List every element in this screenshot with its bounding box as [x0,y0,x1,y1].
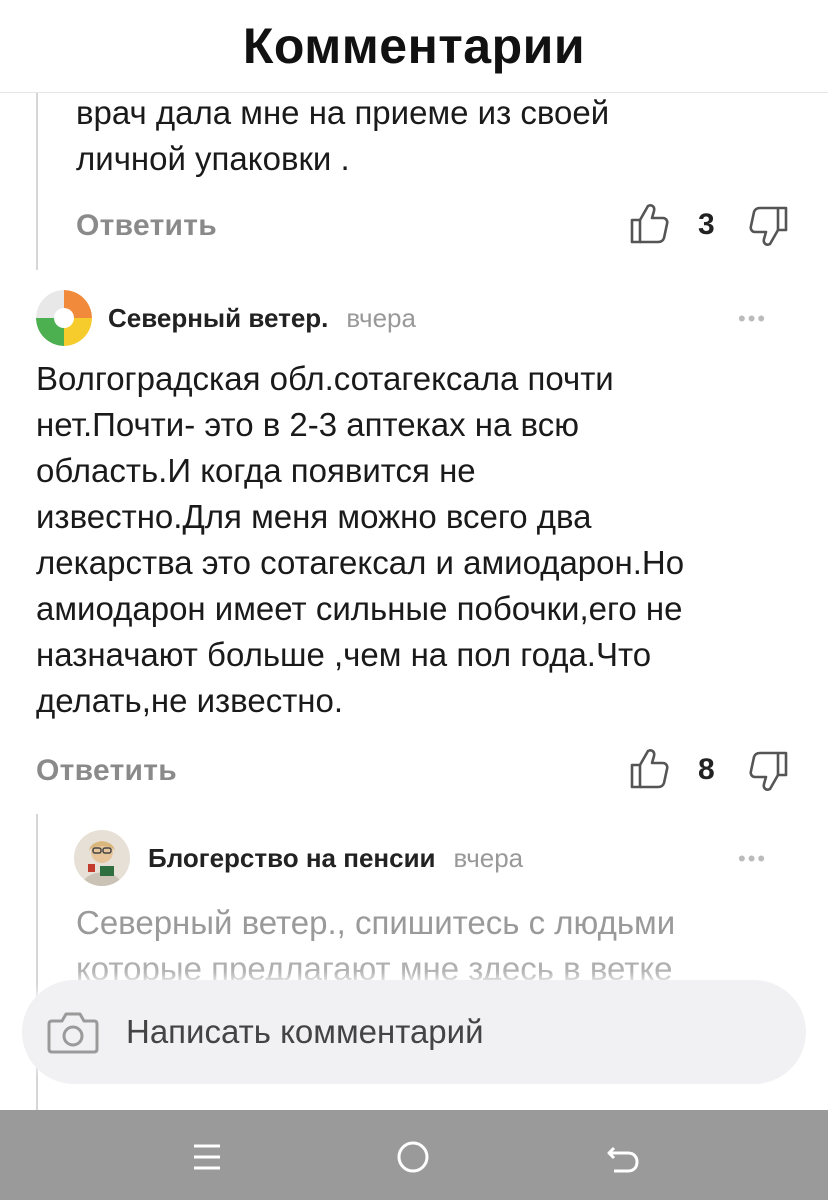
comment-text-line: Волгоградская обл.сотагексала почти [36,360,614,397]
back-icon[interactable] [606,1140,640,1174]
thumbs-down-icon[interactable] [748,204,790,248]
reply-button[interactable]: Ответить [76,209,217,243]
comment-author[interactable]: Блогерство на пенсии [148,843,436,874]
thumbs-up-icon[interactable] [628,202,670,246]
comment-author[interactable]: Северный ветер. [108,303,328,334]
comment-text-line: амиодарон имеет сильные побочки,его не [36,590,683,627]
comment-date: вчера [453,843,524,873]
more-options-icon[interactable]: ••• [738,846,767,872]
comment-text-line: личной упаковки . [76,140,350,177]
comment-text-line: известно.Для меня можно всего два [36,498,592,535]
page-title: Комментарии [242,18,586,74]
camera-icon[interactable] [46,1009,100,1055]
like-count: 3 [698,208,715,241]
comment-text-line: область.И когда появится не [36,452,476,489]
menu-icon[interactable] [192,1142,222,1172]
avatar[interactable] [74,830,130,886]
system-navigation-bar [0,1110,828,1200]
comment-text-line: лекарства это сотагексал и амиодарон.Но [36,544,685,581]
comment-composer[interactable]: Написать комментарий [22,980,806,1084]
thumbs-down-icon[interactable] [748,749,790,793]
comments-list: врач дала мне на приеме из своей личной … [0,92,828,1110]
reply-button[interactable]: Ответить [36,754,177,788]
more-options-icon[interactable]: ••• [738,306,767,332]
comment-text-line: назначают больше ,чем на пол года.Что [36,636,652,673]
comment-text-line: врач дала мне на приеме из своей [76,94,610,131]
home-icon[interactable] [396,1140,430,1174]
thread-line [36,92,38,270]
comment-text-line: нет.Почти- это в 2-3 аптеках на всю [36,406,579,443]
comment-input-placeholder[interactable]: Написать комментарий [126,1013,484,1051]
comment-date: вчера [346,303,416,333]
thumbs-up-icon[interactable] [628,747,670,791]
comment-text-line: Северный ветер., спишитесь с людьми [76,904,676,941]
avatar[interactable] [36,290,92,346]
like-count: 8 [698,753,715,786]
top-bar: Комментарии [0,0,828,93]
comment-text-line: делать,не известно. [36,682,344,719]
